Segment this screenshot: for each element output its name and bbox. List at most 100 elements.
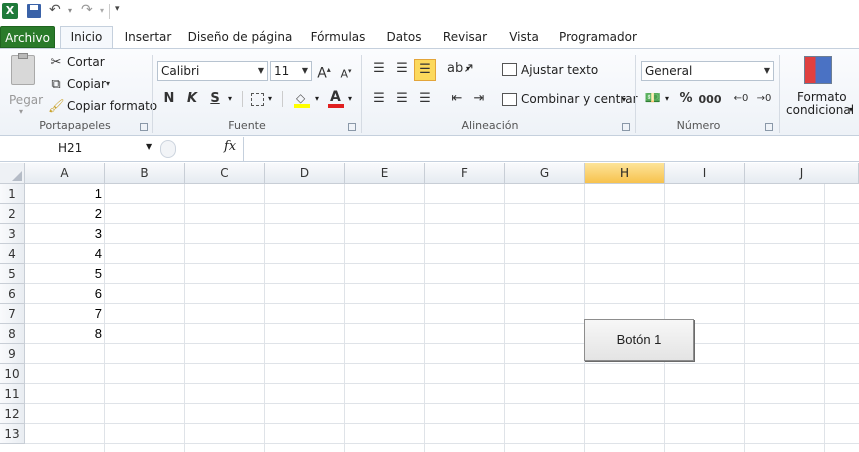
tab-vista[interactable]: Vista xyxy=(502,27,546,48)
wrap-text-button[interactable]: Ajustar texto xyxy=(521,63,598,77)
gridline-horizontal xyxy=(25,423,859,424)
borders-icon[interactable] xyxy=(251,93,264,106)
tab-datos[interactable]: Datos xyxy=(380,27,428,48)
thousands-separator-button[interactable]: 000 xyxy=(698,92,722,108)
column-header-a[interactable]: A xyxy=(25,163,105,184)
font-size-select[interactable]: 11 ▼ xyxy=(270,61,312,81)
chevron-down-icon[interactable]: ▾ xyxy=(228,94,232,103)
save-icon[interactable] xyxy=(27,4,41,18)
align-top-icon[interactable]: ☰ xyxy=(370,61,388,77)
tab-archivo[interactable]: Archivo xyxy=(0,26,55,48)
paste-button[interactable]: Pegar ▾ xyxy=(4,53,43,116)
italic-button[interactable]: K xyxy=(184,91,200,107)
cell-a6[interactable]: 6 xyxy=(25,284,105,304)
align-middle-icon[interactable]: ☰ xyxy=(393,61,411,77)
orientation-icon[interactable]: ab↗ xyxy=(447,61,474,77)
font-name-select[interactable]: Calibri ▼ xyxy=(157,61,268,81)
column-header-d[interactable]: D xyxy=(265,163,345,184)
column-header-j[interactable]: J xyxy=(745,163,859,184)
align-center-icon[interactable]: ☰ xyxy=(393,91,411,107)
increase-indent-icon[interactable]: ⇥ xyxy=(470,91,488,107)
chevron-down-icon[interactable]: ▾ xyxy=(315,94,319,103)
select-all-corner[interactable] xyxy=(0,163,25,184)
decrease-indent-icon[interactable]: ⇤ xyxy=(448,91,466,107)
increase-decimal-icon[interactable]: ←0 xyxy=(731,91,751,107)
row-header-4[interactable]: 4 xyxy=(0,244,25,264)
column-header-f[interactable]: F xyxy=(425,163,505,184)
chevron-down-icon[interactable]: ▾ xyxy=(268,94,272,103)
name-box[interactable]: H21 ▼ xyxy=(0,139,157,159)
merge-center-button[interactable]: Combinar y centrar xyxy=(521,92,638,106)
font-color-icon[interactable]: A xyxy=(328,89,344,108)
tab-inicio[interactable]: Inicio xyxy=(60,26,113,48)
redo-icon[interactable]: ↷ xyxy=(81,2,93,18)
percent-button[interactable]: % xyxy=(678,91,694,107)
column-header-b[interactable]: B xyxy=(105,163,185,184)
number-format-select[interactable]: General ▼ xyxy=(641,61,774,81)
align-left-icon[interactable]: ☰ xyxy=(370,91,388,107)
gridline-horizontal xyxy=(25,303,859,304)
column-header-h[interactable]: H xyxy=(585,163,665,184)
dialog-launcher-icon[interactable] xyxy=(622,123,630,131)
tab-insertar[interactable]: Insertar xyxy=(119,27,177,48)
chevron-down-icon[interactable]: ▾ xyxy=(106,79,110,88)
accounting-format-icon[interactable]: 💵 xyxy=(644,91,662,107)
insert-function-button[interactable]: fx xyxy=(224,139,236,154)
row-header-8[interactable]: 8 xyxy=(0,324,25,344)
copy-format-button[interactable]: Copiar formato xyxy=(67,99,157,113)
row-header-5[interactable]: 5 xyxy=(0,264,25,284)
chevron-down-icon[interactable]: ▾ xyxy=(348,94,352,103)
chevron-down-icon[interactable]: ▾ xyxy=(466,64,470,73)
chevron-down-icon[interactable]: ▾ xyxy=(622,95,626,104)
dialog-launcher-icon[interactable] xyxy=(140,123,148,131)
row-header-3[interactable]: 3 xyxy=(0,224,25,244)
customize-qat-icon[interactable]: ▾ xyxy=(115,4,120,14)
chevron-down-icon[interactable]: ▾ xyxy=(665,94,669,103)
cell-a2[interactable]: 2 xyxy=(25,204,105,224)
tab-programador[interactable]: Programador xyxy=(555,27,641,48)
tab-revisar[interactable]: Revisar xyxy=(437,27,493,48)
shrink-font-icon[interactable]: A▾ xyxy=(338,63,354,83)
chevron-down-icon[interactable]: ▾ xyxy=(849,105,853,114)
undo-icon[interactable]: ↶ xyxy=(49,2,61,18)
underline-button[interactable]: S xyxy=(207,91,223,107)
copy-button[interactable]: Copiar xyxy=(67,77,106,91)
conditional-format-button[interactable]: condicional xyxy=(786,103,854,117)
column-header-e[interactable]: E xyxy=(345,163,425,184)
cell-a5[interactable]: 5 xyxy=(25,264,105,284)
row-header-6[interactable]: 6 xyxy=(0,284,25,304)
row-header-12[interactable]: 12 xyxy=(0,404,25,424)
undo-dropdown-icon[interactable]: ▾ xyxy=(68,6,72,15)
cell-a4[interactable]: 4 xyxy=(25,244,105,264)
column-header-c[interactable]: C xyxy=(185,163,265,184)
bold-button[interactable]: N xyxy=(161,91,177,107)
align-bottom-icon[interactable]: ☰ xyxy=(414,59,436,81)
dialog-launcher-icon[interactable] xyxy=(765,123,773,131)
row-header-10[interactable]: 10 xyxy=(0,364,25,384)
cell-a7[interactable]: 7 xyxy=(25,304,105,324)
tab-formulas[interactable]: Fórmulas xyxy=(305,27,371,48)
cut-button[interactable]: Cortar xyxy=(67,55,105,69)
row-header-9[interactable]: 9 xyxy=(0,344,25,364)
column-header-i[interactable]: I xyxy=(665,163,745,184)
cell-a8[interactable]: 8 xyxy=(25,324,105,344)
fill-color-icon[interactable]: ◇ xyxy=(294,90,310,108)
row-header-13[interactable]: 13 xyxy=(0,424,25,444)
decrease-decimal-icon[interactable]: →0 xyxy=(754,91,774,107)
redo-dropdown-icon[interactable]: ▾ xyxy=(100,6,104,15)
cell-a3[interactable]: 3 xyxy=(25,224,105,244)
column-header-g[interactable]: G xyxy=(505,163,585,184)
formula-bar-grip[interactable] xyxy=(160,140,176,158)
form-button-boton-1[interactable]: Botón 1 xyxy=(584,319,694,361)
tab-diseno-pagina[interactable]: Diseño de página xyxy=(185,27,295,48)
row-header-11[interactable]: 11 xyxy=(0,384,25,404)
align-right-icon[interactable]: ☰ xyxy=(416,91,434,107)
grow-font-icon[interactable]: A▴ xyxy=(316,62,332,82)
cell-a1[interactable]: 1 xyxy=(25,184,105,204)
dialog-launcher-icon[interactable] xyxy=(348,123,356,131)
row-header-2[interactable]: 2 xyxy=(0,204,25,224)
row-header-7[interactable]: 7 xyxy=(0,304,25,324)
row-header-1[interactable]: 1 xyxy=(0,184,25,204)
formula-input[interactable] xyxy=(246,139,856,159)
chevron-down-icon[interactable]: ▼ xyxy=(146,142,152,151)
